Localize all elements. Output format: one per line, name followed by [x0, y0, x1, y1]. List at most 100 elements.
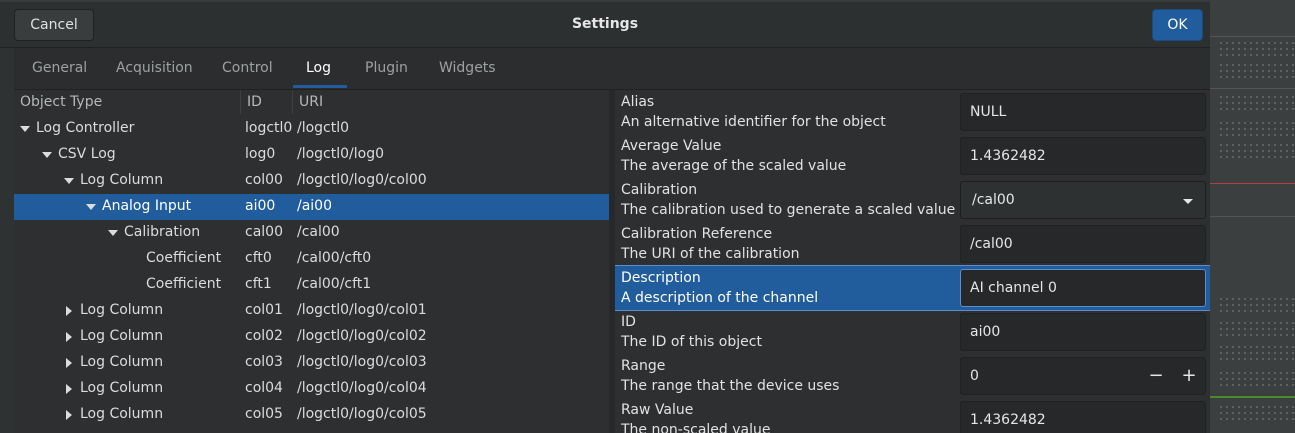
active-tab-indicator: [293, 85, 347, 88]
expander-right-icon[interactable]: [66, 358, 72, 368]
background-window: [1210, 0, 1295, 433]
property-row[interactable]: Description A description of the channel A…: [615, 265, 1210, 311]
tree-row-type: Log Column: [80, 172, 164, 188]
tree-row[interactable]: Log Controller logctl0/logctl0: [14, 116, 609, 142]
property-name: Calibration Reference: [621, 226, 773, 242]
property-combo[interactable]: /cal00: [960, 181, 1206, 219]
property-value: AI channel 0: [970, 280, 1057, 296]
tree-header: Object Type ID URI: [14, 90, 609, 114]
property-row[interactable]: Calibration Reference The URI of the cali…: [615, 222, 1210, 266]
tree-row-uri: /logctl0: [297, 120, 350, 136]
tree-row-id: logctl0: [245, 120, 293, 136]
tree-row[interactable]: Log Column col04/logctl0/log0/col04: [14, 376, 609, 402]
tab-acquisition[interactable]: Acquisition: [116, 60, 193, 76]
property-value-field[interactable]: AI channel 0: [960, 269, 1206, 307]
property-description: The URI of the calibration: [621, 246, 800, 262]
tree-row-uri: /logctl0/log0/col00: [297, 172, 427, 188]
property-value-field[interactable]: /cal00: [960, 225, 1206, 263]
tree-row[interactable]: Log Column col00/logctl0/log0/col00: [14, 168, 609, 194]
expander-right-icon[interactable]: [66, 384, 72, 394]
tree-row-uri: /logctl0/log0/col05: [297, 406, 427, 422]
dropdown-arrow-icon[interactable]: [1183, 199, 1193, 204]
decrement-button[interactable]: −: [1144, 364, 1168, 388]
tree-row-type: Log Column: [80, 354, 164, 370]
property-row[interactable]: ID The ID of this object ai00: [615, 310, 1210, 354]
property-row[interactable]: Range The range that the device uses 0 − +: [615, 354, 1210, 398]
property-row[interactable]: Calibration The calibration used to gener…: [615, 178, 1210, 222]
tree-row-id: cft0: [245, 250, 272, 266]
expander-down-icon[interactable]: [20, 126, 30, 132]
tab-widgets[interactable]: Widgets: [439, 60, 496, 76]
tree-row[interactable]: Log Column col02/logctl0/log0/col02: [14, 324, 609, 350]
column-header-id[interactable]: ID: [247, 94, 262, 110]
tree-row-id: cft1: [245, 276, 272, 292]
object-tree[interactable]: Object Type ID URI Log Controller logctl0…: [14, 90, 609, 433]
tree-row-type: Coefficient: [146, 276, 222, 292]
tree-row-type: CSV Log: [58, 146, 116, 162]
expander-down-icon[interactable]: [86, 204, 96, 210]
expander-down-icon[interactable]: [64, 178, 74, 184]
tree-row-id: col02: [245, 328, 283, 344]
tree-row-id: cal00: [245, 224, 283, 240]
property-description: The non-scaled value: [621, 422, 771, 433]
property-value-field[interactable]: 1.4362482: [960, 137, 1206, 175]
tab-plugin[interactable]: Plugin: [365, 60, 408, 76]
increment-button[interactable]: +: [1177, 364, 1201, 388]
property-name: Raw Value: [621, 402, 694, 418]
expander-down-icon[interactable]: [108, 230, 118, 236]
property-value: NULL: [970, 104, 1007, 120]
property-spin-field[interactable]: 0 − +: [960, 357, 1206, 395]
property-description: A description of the channel: [621, 290, 819, 306]
tree-row-uri: /logctl0/log0/col04: [297, 380, 427, 396]
expander-right-icon[interactable]: [66, 332, 72, 342]
tree-row[interactable]: CSV Log log0/logctl0/log0: [14, 142, 609, 168]
tree-row[interactable]: Log Column col05/logctl0/log0/col05: [14, 402, 609, 428]
ok-button[interactable]: OK: [1152, 9, 1203, 41]
property-name: Description: [621, 270, 701, 286]
tree-row-id: col03: [245, 354, 283, 370]
tab-log[interactable]: Log: [306, 60, 331, 76]
property-name: ID: [621, 314, 636, 330]
tab-control[interactable]: Control: [222, 60, 273, 76]
property-description: The ID of this object: [621, 334, 762, 350]
dialog-title: Settings: [571, 16, 639, 32]
property-name: Range: [621, 358, 666, 374]
tree-row-uri: /ai00: [297, 198, 332, 214]
settings-dialog: Cancel Settings OK General Acquisition C…: [0, 2, 1210, 433]
column-header-object-type[interactable]: Object Type: [20, 94, 102, 110]
property-value: ai00: [970, 324, 1001, 340]
tree-row[interactable]: Coefficient cft1/cal00/cft1: [14, 272, 609, 298]
tree-row-type: Log Column: [80, 406, 164, 422]
property-value-field[interactable]: ai00: [960, 313, 1206, 351]
tree-row-id: col05: [245, 406, 283, 422]
tree-row[interactable]: Analog Input ai00/ai00: [14, 194, 609, 220]
property-value: 1.4362482: [970, 412, 1046, 428]
tree-row-uri: /logctl0/log0/col03: [297, 354, 427, 370]
property-description: The average of the scaled value: [621, 158, 847, 174]
expander-down-icon[interactable]: [42, 152, 52, 158]
expander-right-icon[interactable]: [66, 306, 72, 316]
property-description: The range that the device uses: [621, 378, 840, 394]
tree-row[interactable]: Coefficient cft0/cal00/cft0: [14, 246, 609, 272]
property-name: Calibration: [621, 182, 698, 198]
column-header-uri[interactable]: URI: [299, 94, 323, 110]
tree-row-type: Calibration: [124, 224, 201, 240]
tree-row[interactable]: Log Column col01/logctl0/log0/col01: [14, 298, 609, 324]
tab-general[interactable]: General: [32, 60, 87, 76]
tree-row[interactable]: Calibration cal00/cal00: [14, 220, 609, 246]
property-row[interactable]: Raw Value The non-scaled value 1.4362482: [615, 398, 1210, 433]
property-row[interactable]: Alias An alternative identifier for the o…: [615, 90, 1210, 134]
property-name: Alias: [621, 94, 655, 110]
property-value-field[interactable]: NULL: [960, 93, 1206, 131]
expander-right-icon[interactable]: [66, 410, 72, 420]
property-row[interactable]: Average Value The average of the scaled v…: [615, 134, 1210, 178]
property-value-field[interactable]: 1.4362482: [960, 401, 1206, 433]
tree-row[interactable]: Log Column col03/logctl0/log0/col03: [14, 350, 609, 376]
tree-row-uri: /cal00/cft1: [297, 276, 372, 292]
tree-row-type: Log Controller: [36, 120, 135, 136]
property-value: /cal00: [972, 192, 1015, 208]
tree-row-id: col04: [245, 380, 283, 396]
tree-row-id: col00: [245, 172, 283, 188]
dialog-header: Cancel Settings OK: [0, 2, 1210, 48]
property-value: /cal00: [970, 236, 1013, 252]
